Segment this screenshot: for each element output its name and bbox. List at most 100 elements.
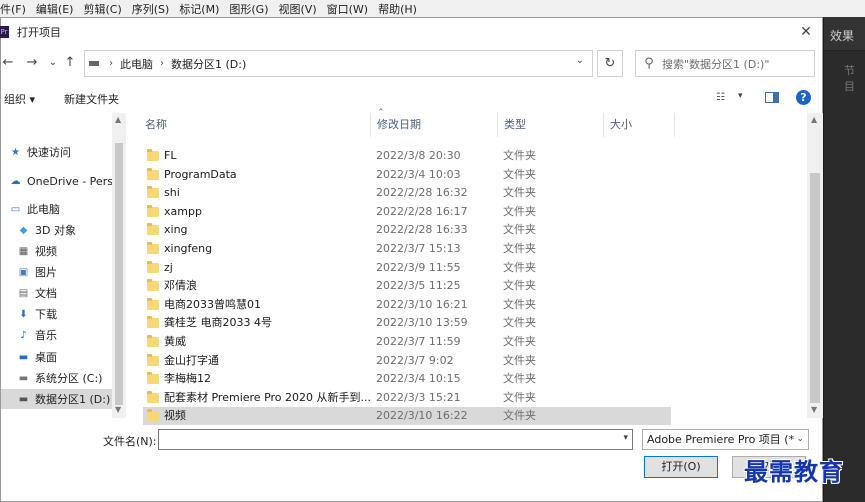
folder-icon <box>147 390 159 403</box>
file-row[interactable]: ProgramData 2022/3/4 10:03 文件夹 <box>143 166 671 184</box>
nav-item[interactable]: ▭ 此电脑 <box>1 199 112 219</box>
file-row[interactable]: 黄威 2022/3/7 11:59 文件夹 <box>143 333 671 351</box>
scroll-up-icon[interactable]: ▲ <box>811 115 817 124</box>
view-options-icon[interactable]: ☷ <box>716 92 730 104</box>
column-header-name[interactable]: 名称 <box>139 113 371 137</box>
address-bar[interactable]: › 此电脑 › 数据分区1 (D:) ⌄ <box>84 50 593 77</box>
nav-item-label: 下载 <box>35 308 57 321</box>
column-header-type[interactable]: 类型 <box>498 113 604 137</box>
filename-dropdown-chevron-icon[interactable]: ▾ <box>623 433 628 443</box>
open-button[interactable]: 打开(O) <box>644 456 718 478</box>
file-row[interactable]: shi 2022/2/28 16:32 文件夹 <box>143 184 671 202</box>
file-date: 2022/3/7 15:13 <box>376 242 461 255</box>
file-date: 2022/2/28 16:17 <box>376 204 468 218</box>
menu-item[interactable]: 剪辑(C) <box>78 1 126 17</box>
file-date: 2022/3/3 15:21 <box>376 390 461 404</box>
open-project-dialog: Pr 打开项目 ✕ ← → ⌄ ↑ › 此电脑 › 数据分区1 (D:) ⌄ ↻… <box>0 17 823 502</box>
nav-item[interactable]: ▣ 图片 <box>1 262 112 282</box>
nav-item-label: 数据分区1 (D:) <box>35 393 111 406</box>
file-type-select[interactable]: Adobe Premiere Pro 项目 (*. ⌄ <box>642 429 809 450</box>
forward-arrow-icon[interactable]: → <box>23 54 41 72</box>
file-row[interactable]: zj 2022/3/9 11:55 文件夹 <box>143 259 671 277</box>
file-row[interactable]: 邓倩浪 2022/3/5 11:25 文件夹 <box>143 277 671 295</box>
nav-item[interactable]: ♪ 音乐 <box>1 325 112 345</box>
file-row[interactable]: 电商2033曾鸣慧01 2022/3/10 16:21 文件夹 <box>143 296 671 314</box>
nav-item[interactable]: ▬ 桌面 <box>1 347 112 367</box>
file-type: 文件夹 <box>503 223 536 237</box>
back-arrow-icon[interactable]: ← <box>0 54 17 72</box>
folder-icon <box>147 279 159 292</box>
breadcrumb-drive-d[interactable]: 数据分区1 (D:) <box>171 56 246 72</box>
scroll-up-icon[interactable]: ▲ <box>115 115 121 124</box>
file-list-scrollbar-thumb[interactable] <box>810 173 820 403</box>
nav-item-label: 图片 <box>35 266 57 279</box>
nav-item[interactable]: ▬ 系统分区 (C:) <box>1 368 112 388</box>
file-name: xampp <box>164 204 202 218</box>
new-folder-button[interactable]: 新建文件夹 <box>64 91 119 107</box>
nav-item-label: OneDrive - Perso <box>27 174 112 188</box>
menu-item[interactable]: 帮助(H) <box>373 1 422 17</box>
effects-tab[interactable]: 效果 <box>830 27 854 44</box>
nav-item-label: 3D 对象 <box>35 224 76 237</box>
menu-item[interactable]: 序列(S) <box>127 1 175 17</box>
file-type: 文件夹 <box>503 149 536 162</box>
menu-item[interactable]: 窗口(W) <box>322 1 373 17</box>
nav-item[interactable]: ☁ OneDrive - Perso <box>1 171 113 191</box>
nav-item[interactable]: ⬇ 下载 <box>1 304 112 324</box>
drive-d-icon: ▬ <box>18 393 29 405</box>
cloud-icon: ☁ <box>10 175 21 187</box>
file-row[interactable]: 配套素材 Premiere Pro 2020 从新手到... 2022/3/3 1… <box>143 389 671 407</box>
preview-pane-icon[interactable] <box>765 92 779 103</box>
cube-icon: ◆ <box>19 224 28 236</box>
file-row[interactable]: 龚桂芝 电商2033 4号 2022/3/10 13:59 文件夹 <box>143 314 671 332</box>
file-row[interactable]: xampp 2022/2/28 16:17 文件夹 <box>143 203 671 221</box>
menu-item[interactable]: 视图(V) <box>274 1 322 17</box>
filename-input[interactable]: ▾ <box>158 429 633 450</box>
file-row[interactable]: xingfeng 2022/3/7 15:13 文件夹 <box>143 240 671 258</box>
menu-item[interactable]: 编辑(E) <box>31 1 79 17</box>
file-type: 文件夹 <box>503 297 536 311</box>
nav-item[interactable]: ⊞网络 <box>1 417 112 418</box>
file-date: 2022/3/4 10:03 <box>376 167 461 181</box>
view-options-chevron-icon[interactable]: ▾ <box>738 91 743 101</box>
close-icon[interactable]: ✕ <box>796 22 816 42</box>
file-row[interactable]: 视频 2022/3/10 16:22 文件夹 <box>143 407 671 426</box>
breadcrumb-this-pc[interactable]: 此电脑 <box>120 56 153 72</box>
help-icon[interactable]: ? <box>796 90 811 105</box>
file-name: 配套素材 Premiere Pro 2020 从新手到... <box>164 390 371 404</box>
menu-item[interactable]: 件(F) <box>0 1 31 17</box>
file-row[interactable]: FL 2022/3/8 20:30 文件夹 <box>143 147 671 165</box>
file-row[interactable]: 金山打字通 2022/3/7 9:02 文件夹 <box>143 352 671 370</box>
menu-item[interactable]: 标记(M) <box>174 1 224 17</box>
search-input[interactable]: ⚲ 搜索"数据分区1 (D:)" <box>635 50 815 77</box>
folder-icon <box>147 223 159 236</box>
nav-item[interactable]: ▤ 文档 <box>1 283 112 303</box>
breadcrumb-separator-icon: › <box>109 58 113 69</box>
menu-item[interactable]: 图形(G) <box>224 1 273 17</box>
file-type: 文件夹 <box>503 204 536 218</box>
nav-item[interactable]: ★ 快速访问 <box>1 142 112 162</box>
folder-icon <box>147 204 159 217</box>
column-header-size[interactable]: 大小 <box>604 113 675 137</box>
file-list-scrollbar[interactable]: ▲ ▼ <box>807 113 823 418</box>
file-list: ⌃ 名称 修改日期 类型 大小 FL 2022/3/8 20:30 文件夹 Progr… <box>127 108 807 426</box>
scroll-down-icon[interactable]: ▼ <box>115 405 121 414</box>
filename-label: 文件名(N): <box>103 435 157 448</box>
nav-item[interactable]: ▦ 视频 <box>1 241 112 261</box>
dialog-titlebar: Pr 打开项目 ✕ <box>0 18 822 46</box>
organize-menu-button[interactable]: 组织 ▾ <box>4 91 35 107</box>
nav-item[interactable]: ▬ 数据分区1 (D:) <box>1 389 112 409</box>
scroll-down-icon[interactable]: ▼ <box>811 405 817 414</box>
file-row[interactable]: 李梅梅12 2022/3/4 10:15 文件夹 <box>143 370 671 388</box>
nav-item[interactable]: ◆ 3D 对象 <box>1 220 112 240</box>
nav-item-label: 系统分区 (C:) <box>35 372 103 385</box>
address-dropdown-chevron-icon[interactable]: ⌄ <box>576 55 584 66</box>
file-row[interactable]: xing 2022/2/28 16:33 文件夹 <box>143 221 671 239</box>
refresh-button[interactable]: ↻ <box>597 50 623 77</box>
program-tab[interactable]: 节目 <box>844 62 865 94</box>
column-header-date[interactable]: 修改日期 <box>371 113 498 137</box>
up-arrow-icon[interactable]: ↑ <box>61 54 79 72</box>
recent-locations-chevron-icon[interactable]: ⌄ <box>44 54 62 72</box>
navigation-scrollbar[interactable]: ▲ ▼ <box>112 113 126 418</box>
navigation-scrollbar-thumb[interactable] <box>115 143 123 405</box>
